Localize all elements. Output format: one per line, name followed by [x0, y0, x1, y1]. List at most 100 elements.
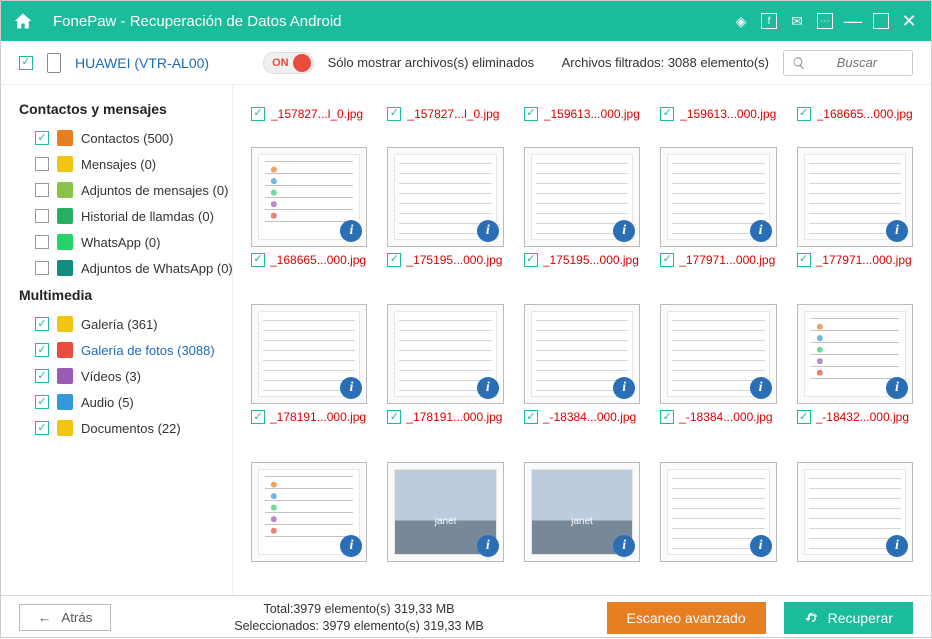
- item-checkbox[interactable]: [35, 235, 49, 249]
- info-icon[interactable]: i: [477, 377, 499, 399]
- facebook-icon[interactable]: f: [761, 13, 777, 29]
- sidebar-item[interactable]: ✓Galería (361): [19, 311, 232, 337]
- info-icon[interactable]: i: [886, 220, 908, 242]
- thumbnail[interactable]: i: [524, 462, 640, 562]
- deleted-only-toggle[interactable]: ON: [263, 52, 314, 74]
- item-checkbox[interactable]: [35, 157, 49, 171]
- thumbnail[interactable]: i: [387, 304, 503, 404]
- info-icon[interactable]: i: [750, 220, 772, 242]
- thumbnail-cell[interactable]: i: [660, 462, 776, 586]
- file-checkbox[interactable]: ✓: [251, 253, 265, 267]
- thumbnail-cell[interactable]: i: [251, 462, 367, 586]
- file-caption[interactable]: ✓_159613...000.jpg: [660, 95, 776, 133]
- info-icon[interactable]: i: [613, 535, 635, 557]
- feedback-icon[interactable]: ✉: [787, 11, 807, 31]
- item-checkbox[interactable]: ✓: [35, 343, 49, 357]
- thumbnail[interactable]: i: [660, 462, 776, 562]
- back-button[interactable]: ← Atrás: [19, 604, 111, 631]
- file-caption[interactable]: ✓_157827...l_0.jpg: [251, 95, 367, 133]
- info-icon[interactable]: i: [477, 535, 499, 557]
- thumbnail-cell[interactable]: i✓_-18384...000.jpg: [524, 304, 640, 448]
- file-caption[interactable]: ✓_159613...000.jpg: [524, 95, 640, 133]
- thumbnail-cell[interactable]: i✓_-18432...000.jpg: [797, 304, 913, 448]
- file-checkbox[interactable]: ✓: [387, 410, 401, 424]
- sidebar-item[interactable]: Mensajes (0): [19, 151, 232, 177]
- premium-icon[interactable]: ◈: [731, 11, 751, 31]
- maximize-button[interactable]: [873, 13, 889, 29]
- sidebar-item[interactable]: Adjuntos de mensajes (0): [19, 177, 232, 203]
- thumbnail[interactable]: i: [251, 462, 367, 562]
- more-icon[interactable]: ⋯: [817, 13, 833, 29]
- minimize-button[interactable]: —: [843, 11, 863, 31]
- item-checkbox[interactable]: [35, 183, 49, 197]
- thumbnail[interactable]: i: [251, 304, 367, 404]
- thumbnail[interactable]: i: [524, 304, 640, 404]
- sidebar-item[interactable]: ✓Documentos (22): [19, 415, 232, 441]
- thumbnail[interactable]: i: [660, 147, 776, 247]
- advanced-scan-button[interactable]: Escaneo avanzado: [607, 602, 766, 634]
- file-checkbox[interactable]: ✓: [387, 107, 401, 121]
- thumbnail[interactable]: i: [524, 147, 640, 247]
- file-caption[interactable]: ✓_168665...000.jpg: [797, 95, 913, 133]
- file-checkbox[interactable]: ✓: [797, 410, 811, 424]
- item-checkbox[interactable]: ✓: [35, 131, 49, 145]
- info-icon[interactable]: i: [750, 535, 772, 557]
- thumbnail-cell[interactable]: i✓_178191...000.jpg: [387, 304, 503, 448]
- item-checkbox[interactable]: ✓: [35, 421, 49, 435]
- file-checkbox[interactable]: ✓: [524, 410, 538, 424]
- info-icon[interactable]: i: [886, 377, 908, 399]
- thumbnail[interactable]: i: [797, 147, 913, 247]
- info-icon[interactable]: i: [886, 535, 908, 557]
- search-box[interactable]: [783, 50, 913, 76]
- thumbnail-cell[interactable]: i✓_177971...000.jpg: [797, 147, 913, 291]
- thumbnail[interactable]: i: [660, 304, 776, 404]
- item-checkbox[interactable]: ✓: [35, 369, 49, 383]
- thumbnail-cell[interactable]: i✓_175195...000.jpg: [524, 147, 640, 291]
- info-icon[interactable]: i: [340, 535, 362, 557]
- thumbnail[interactable]: i: [387, 462, 503, 562]
- thumbnail-cell[interactable]: i✓_178191...000.jpg: [251, 304, 367, 448]
- item-checkbox[interactable]: ✓: [35, 395, 49, 409]
- thumbnail[interactable]: i: [797, 462, 913, 562]
- thumbnail-cell[interactable]: i: [797, 462, 913, 586]
- close-button[interactable]: ✕: [899, 11, 919, 31]
- file-checkbox[interactable]: ✓: [660, 253, 674, 267]
- thumbnail-cell[interactable]: i: [524, 462, 640, 586]
- sidebar-item[interactable]: Adjuntos de WhatsApp (0): [19, 255, 232, 281]
- thumbnail-cell[interactable]: i✓_175195...000.jpg: [387, 147, 503, 291]
- sidebar-item[interactable]: ✓Vídeos (3): [19, 363, 232, 389]
- item-checkbox[interactable]: [35, 261, 49, 275]
- thumbnail-cell[interactable]: i✓_-18384...000.jpg: [660, 304, 776, 448]
- info-icon[interactable]: i: [750, 377, 772, 399]
- file-checkbox[interactable]: ✓: [660, 107, 674, 121]
- sidebar-item[interactable]: Historial de llamdas (0): [19, 203, 232, 229]
- search-input[interactable]: [812, 55, 902, 70]
- file-checkbox[interactable]: ✓: [524, 253, 538, 267]
- item-checkbox[interactable]: ✓: [35, 317, 49, 331]
- thumbnail[interactable]: i: [797, 304, 913, 404]
- file-checkbox[interactable]: ✓: [660, 410, 674, 424]
- thumbnail-grid[interactable]: ✓_157827...l_0.jpg ✓_157827...l_0.jpg ✓_15…: [233, 85, 931, 595]
- file-checkbox[interactable]: ✓: [524, 107, 538, 121]
- item-checkbox[interactable]: [35, 209, 49, 223]
- thumbnail-cell[interactable]: i: [387, 462, 503, 586]
- sidebar-item[interactable]: ✓Contactos (500): [19, 125, 232, 151]
- file-checkbox[interactable]: ✓: [797, 107, 811, 121]
- device-checkbox[interactable]: ✓: [19, 56, 33, 70]
- file-checkbox[interactable]: ✓: [251, 107, 265, 121]
- home-icon[interactable]: [13, 11, 33, 31]
- recover-button[interactable]: Recuperar: [784, 602, 913, 634]
- thumbnail[interactable]: i: [251, 147, 367, 247]
- file-checkbox[interactable]: ✓: [797, 253, 811, 267]
- file-caption[interactable]: ✓_157827...l_0.jpg: [387, 95, 503, 133]
- sidebar-item[interactable]: WhatsApp (0): [19, 229, 232, 255]
- info-icon[interactable]: i: [340, 220, 362, 242]
- file-checkbox[interactable]: ✓: [387, 253, 401, 267]
- thumbnail-cell[interactable]: i✓_177971...000.jpg: [660, 147, 776, 291]
- sidebar-item[interactable]: ✓Audio (5): [19, 389, 232, 415]
- sidebar-item[interactable]: ✓Galería de fotos (3088): [19, 337, 232, 363]
- info-icon[interactable]: i: [613, 220, 635, 242]
- info-icon[interactable]: i: [477, 220, 499, 242]
- thumbnail-cell[interactable]: i✓_168665...000.jpg: [251, 147, 367, 291]
- thumbnail[interactable]: i: [387, 147, 503, 247]
